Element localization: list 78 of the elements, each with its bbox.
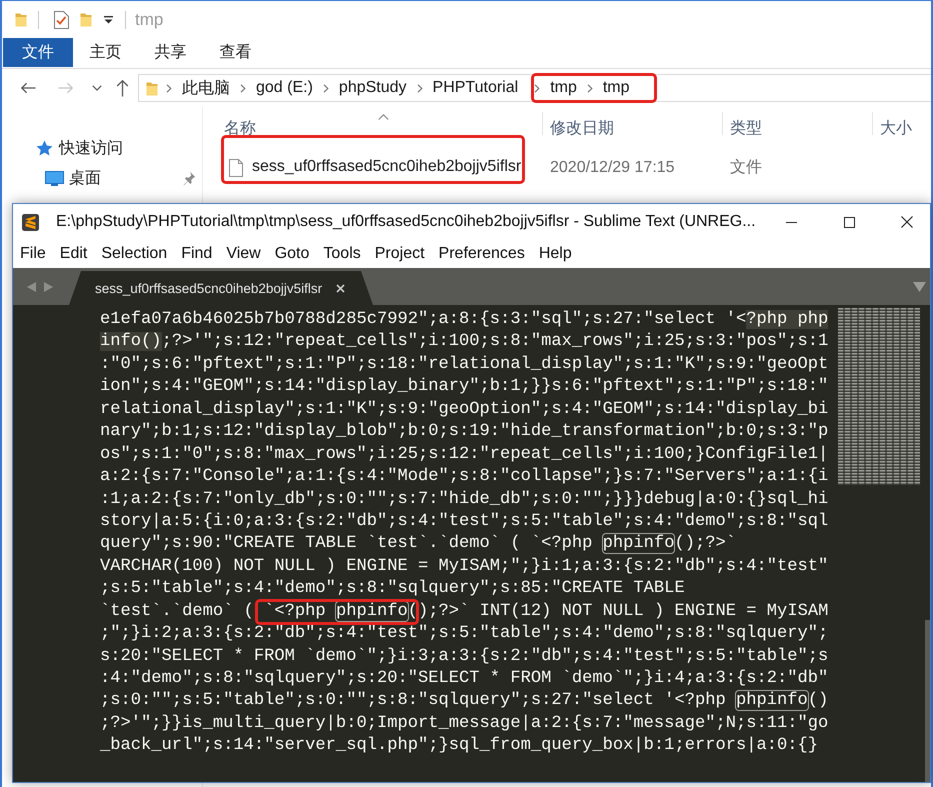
triangle-right-icon[interactable] xyxy=(44,282,53,292)
up-arrow-icon[interactable] xyxy=(116,79,129,97)
column-header[interactable]: 大小 xyxy=(880,121,912,137)
code-editor[interactable] xyxy=(13,305,930,782)
code-line: info();?>'";s:12:"repeat_cells";i:100;s:8:"max_rows";i:25;s:3:"pos";s:1 xyxy=(100,331,830,354)
column-header[interactable]: 名称 xyxy=(224,121,256,137)
ribbon-tab[interactable]: 主页 xyxy=(73,38,138,67)
code-line: s:20:"SELECT * FROM `demo`";}i:3;a:3:{s:2:"db";s:4:"test";s:5:"table";s xyxy=(100,646,830,668)
window-title: E:\phpStudy\PHPTutorial\tmp\tmp\sess_uf0rffsased5cnc0iheb2bojjv5iflsr - Sublime Text (UNREG... xyxy=(56,213,756,231)
code-line: :"0";s:6:"pftext";s:1:"P";s:18:"relational_display";s:1:"K";s:9:"geoOpt xyxy=(100,354,830,376)
star-icon xyxy=(36,140,53,156)
code-line: nary";b:1;s:12:"display_blob";b:0;s:19:"hide_transformation";b:0;s:3:"p xyxy=(100,421,830,444)
breadcrumb[interactable]: phpStudy xyxy=(334,79,412,97)
breadcrumb[interactable]: PHPTutorial xyxy=(428,79,524,97)
menu-item[interactable]: Goto xyxy=(268,245,316,263)
nav-item[interactable]: 桌面 xyxy=(69,168,101,188)
code-line: relational_display";s:1:"K";s:9:"geoOption";s:4:"GEOM";s:14:"display_bi xyxy=(100,398,830,421)
code-minimap[interactable] xyxy=(838,308,920,485)
code-line: ;?>'";}}is_multi_query|b:0;Import_message|a:2:{s:7:"message";N;s:11:"go xyxy=(100,712,830,735)
menu-item[interactable]: Edit xyxy=(52,245,94,263)
breadcrumb[interactable]: tmp xyxy=(598,79,635,97)
chevron-right-icon[interactable] xyxy=(322,84,329,92)
menu-item[interactable]: Preferences xyxy=(432,245,532,263)
ribbon-tab[interactable]: 共享 xyxy=(138,38,203,67)
triangle-down-icon[interactable] xyxy=(913,282,926,292)
column-header[interactable]: 修改日期 xyxy=(550,121,614,137)
code-line: os";s:1:"0";s:8:"max_rows";i:25;s:12:"repeat_cells";i:100;}ConfigFile1| xyxy=(100,444,830,466)
chevron-right-icon[interactable] xyxy=(166,84,172,92)
chevron-right-icon[interactable] xyxy=(240,84,246,92)
code-line: :4:"demo";s:8:"sqlquery";s:20:"SELECT * FROM `demo`";}i:4;a:3:{s:2:"db" xyxy=(100,668,830,690)
code-line: ;s:5:"table";s:4:"demo";s:8:"sqlquery";s:85:"CREATE TABLE xyxy=(100,578,686,600)
breadcrumb[interactable]: god (E:) xyxy=(251,79,318,97)
document-check-icon[interactable] xyxy=(53,10,69,28)
code-line: `test`.`demo` ( `<?php phpinfo();?>` INT(12) NOT NULL ) ENGINE = MyISAM xyxy=(100,600,838,624)
chevron-down-icon[interactable] xyxy=(92,85,102,91)
code-line: story|a:5:{i:0;a:3:{s:2:"db";s:4:"test";s:5:"table";s:4:"demo";s:8:"sql xyxy=(100,510,830,533)
code-line: query";s:90:"CREATE TABLE `test`.`demo` ( `<?php phpinfo();?>` xyxy=(100,533,738,556)
code-line: VARCHAR(100) NOT NULL ) ENGINE = MyISAM;";}i:1;a:3:{s:2:"db";s:4:"test" xyxy=(100,556,830,578)
menu-item[interactable]: Help xyxy=(532,245,579,263)
menu-item[interactable]: Project xyxy=(368,245,432,263)
file-name[interactable]: sess_uf0rffsased5cnc0iheb2bojjv5iflsr xyxy=(252,157,522,177)
menu-item[interactable]: File xyxy=(13,245,53,263)
code-line: ;s:0:"";s:5:"table";s:0:"";s:8:"sqlquery";s:27:"select '<?php phpinfo() xyxy=(100,690,830,712)
app-icon xyxy=(22,214,39,230)
folder-icon xyxy=(146,80,158,96)
code-line: ;";}i:2;a:3:{s:2:"db";s:4:"test";s:5:"table";s:4:"demo";s:8:"sqlquery"; xyxy=(100,623,830,646)
menu-item[interactable]: Find xyxy=(174,245,220,263)
code-line: a:2:{s:7:"Console";a:1:{s:4:"Mode";s:8:"collapse";}s:7:"Servers";a:1:{i xyxy=(100,466,830,488)
menu-item[interactable]: Tools xyxy=(316,245,368,263)
nav-item[interactable]: 快速访问 xyxy=(59,138,123,158)
back-arrow-icon[interactable] xyxy=(20,82,36,94)
close-icon[interactable] xyxy=(901,216,913,228)
breadcrumb[interactable]: tmp xyxy=(545,79,582,97)
pin-icon[interactable] xyxy=(183,170,196,186)
chevron-right-icon[interactable] xyxy=(586,84,593,92)
table-cell-text: 文件 xyxy=(729,158,763,178)
chevron-up-icon[interactable] xyxy=(378,114,388,120)
code-line: _back_url";s:14:"server_sql.php";}sql_from_query_box|b:1;errors|a:0:{} xyxy=(100,735,820,758)
menu-item[interactable]: Selection xyxy=(94,245,174,263)
code-line: :1;a:2:{s:7:"only_db";s:0:"";s:7:"hide_db";s:0:"";}}}debug|a:0:{}sql_hi xyxy=(100,488,830,510)
table-cell-text: 2020/12/29 17:15 xyxy=(549,158,676,178)
editor-tab[interactable]: sess_uf0rffsased5cnc0iheb2bojjv5iflsr xyxy=(69,271,373,305)
scrollbar-thumb[interactable] xyxy=(925,620,930,782)
menu-item[interactable]: View xyxy=(219,245,268,263)
document-icon xyxy=(229,159,243,177)
chevron-right-icon[interactable] xyxy=(416,84,423,92)
desktop-icon xyxy=(45,170,64,186)
dropdown-caret-icon[interactable] xyxy=(104,16,113,24)
chevron-right-icon[interactable] xyxy=(534,84,540,92)
column-header[interactable]: 类型 xyxy=(730,121,762,137)
maximize-icon[interactable] xyxy=(844,216,854,228)
window-title: tmp xyxy=(135,10,164,30)
breadcrumb[interactable]: 此电脑 xyxy=(177,78,235,98)
ribbon-tab[interactable]: 查看 xyxy=(203,38,268,67)
triangle-left-icon[interactable] xyxy=(27,282,36,292)
code-line: ion";s:4:"GEOM";s:14:"display_binary";b:1;}}s:6:"pftext";s:1:"P";s:18:" xyxy=(100,376,830,398)
code-line: e1efa07a6b46025b7b0788d285c7992";a:8:{s:3:"sql";s:27:"select '<?php php xyxy=(100,309,830,331)
address-bar[interactable]: 此电脑 god (E:) phpStudy PHPTutorial tmp tmp xyxy=(138,74,931,102)
